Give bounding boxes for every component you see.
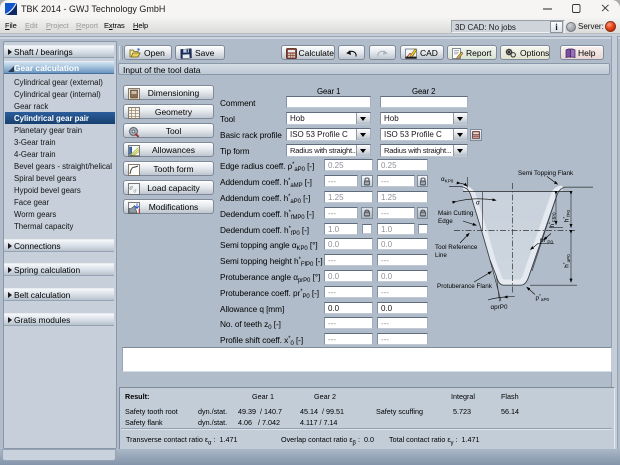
svg-text:Edge: Edge <box>438 218 453 225</box>
svg-text:h*fP0: h*fP0 <box>562 209 571 222</box>
svg-text:α: α <box>476 200 480 207</box>
svg-text:Line: Line <box>435 252 447 259</box>
svg-text:Main Cutting: Main Cutting <box>438 210 474 217</box>
svg-text:αprP0: αprP0 <box>491 304 508 311</box>
svg-text:Protuberance Flank: Protuberance Flank <box>437 283 493 290</box>
svg-text:αKP0: αKP0 <box>441 176 454 184</box>
svg-text:h*aP0: h*aP0 <box>562 254 571 268</box>
svg-text:Tool Reference: Tool Reference <box>435 244 478 251</box>
svg-text:Semi Topping Flank: Semi Topping Flank <box>518 170 574 177</box>
svg-text:ρ*aP0: ρ*aP0 <box>536 293 550 302</box>
